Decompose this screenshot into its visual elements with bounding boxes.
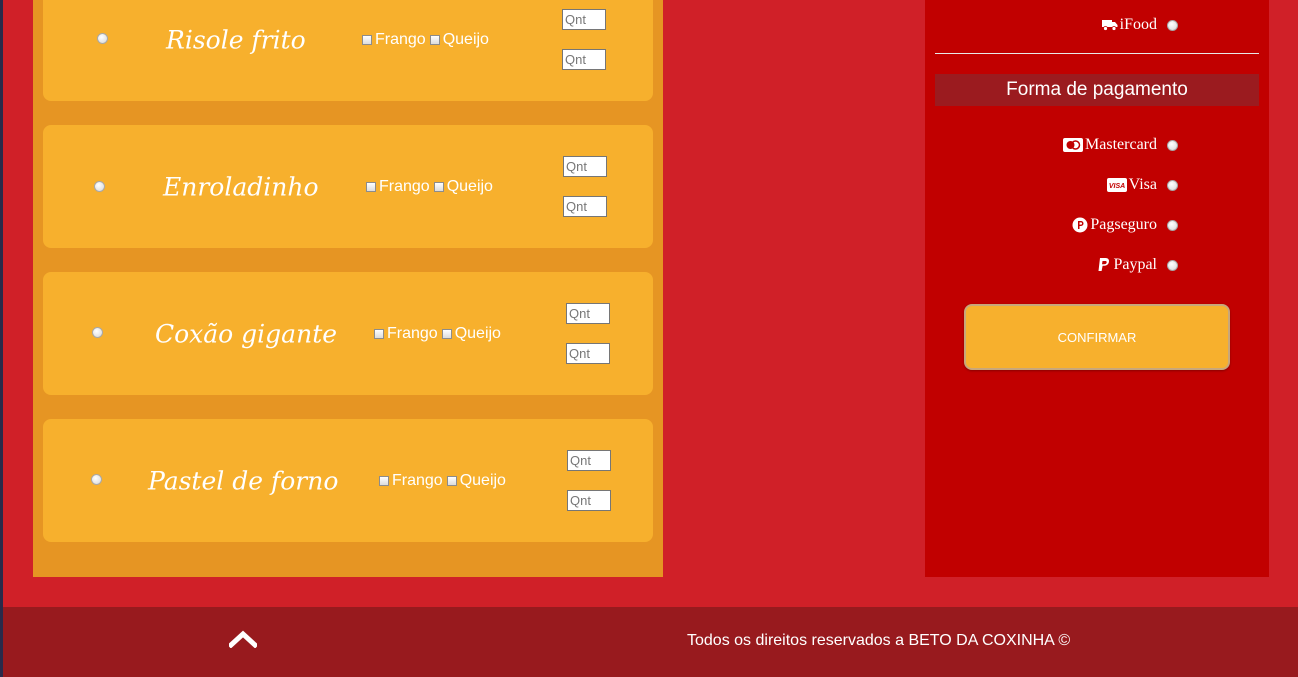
- qty-input-queijo[interactable]: [567, 490, 611, 511]
- mastercard-radio[interactable]: [1167, 139, 1178, 151]
- qty-input-queijo[interactable]: [563, 196, 607, 217]
- footer: Todos os direitos reservados a BETO DA C…: [3, 607, 1298, 677]
- delivery-option-ifood[interactable]: iFood: [1101, 15, 1178, 35]
- payment-section-title: Forma de pagamento: [935, 74, 1259, 106]
- payment-label: Paypal: [1113, 256, 1157, 273]
- qty-input-frango[interactable]: [567, 450, 611, 471]
- confirm-button[interactable]: CONFIRMAR: [964, 304, 1230, 370]
- menu-item-card: Pastel de forno Frango Queijo: [43, 419, 653, 542]
- payment-label: Visa: [1128, 176, 1157, 193]
- payment-label: Mastercard: [1085, 136, 1157, 153]
- option-queijo-label: Queijo: [446, 177, 493, 195]
- item-select-radio[interactable]: [92, 327, 103, 338]
- paypal-icon: [1097, 257, 1111, 273]
- visa-icon: VISA: [1106, 178, 1127, 192]
- item-select-radio[interactable]: [94, 181, 105, 192]
- item-name: Pastel de forno: [148, 466, 339, 495]
- menu-item-card: Enroladinho Frango Queijo: [43, 125, 653, 248]
- option-frango-label: Frango: [392, 471, 443, 489]
- option-frango-label: Frango: [375, 30, 426, 48]
- section-divider: [935, 53, 1259, 54]
- option-frango-label: Frango: [387, 324, 438, 342]
- payment-option-paypal[interactable]: Paypal: [1097, 255, 1178, 275]
- item-name: Coxão gigante: [155, 319, 338, 348]
- chevron-up-icon[interactable]: [227, 630, 259, 653]
- svg-text:VISA: VISA: [1108, 183, 1124, 190]
- item-options: Frango Queijo: [366, 178, 497, 196]
- qty-input-frango[interactable]: [566, 303, 610, 324]
- option-queijo-checkbox[interactable]: [446, 475, 457, 486]
- window-edge: [0, 0, 3, 677]
- item-name: Enroladinho: [163, 172, 319, 201]
- payment-option-pagseguro[interactable]: Pagseguro: [1072, 215, 1178, 235]
- payment-label: Pagseguro: [1090, 216, 1157, 233]
- option-queijo-checkbox[interactable]: [429, 34, 440, 45]
- qty-input-frango[interactable]: [562, 9, 606, 30]
- paypal-radio[interactable]: [1167, 259, 1178, 271]
- payment-option-mastercard[interactable]: Mastercard: [1063, 135, 1178, 155]
- pagseguro-radio[interactable]: [1167, 219, 1178, 231]
- menu-item-card: Coxão gigante Frango Queijo: [43, 272, 653, 395]
- option-frango-checkbox[interactable]: [362, 34, 372, 45]
- truck-icon: [1101, 19, 1118, 31]
- order-side-panel: iFood Forma de pagamento Mastercard VISA…: [925, 0, 1269, 577]
- option-frango-checkbox[interactable]: [374, 328, 384, 339]
- qty-input-queijo[interactable]: [566, 343, 610, 364]
- qty-input-queijo[interactable]: [562, 49, 606, 70]
- option-frango-checkbox[interactable]: [379, 475, 389, 486]
- qty-input-frango[interactable]: [563, 156, 607, 177]
- option-queijo-label: Queijo: [454, 324, 501, 342]
- item-name: Risole frito: [166, 25, 306, 54]
- ifood-label: iFood: [1119, 16, 1157, 33]
- item-options: Frango Queijo: [379, 472, 510, 490]
- option-queijo-label: Queijo: [442, 30, 489, 48]
- menu-item-card: Risole frito Frango Queijo: [43, 0, 653, 101]
- visa-radio[interactable]: [1167, 179, 1178, 191]
- payment-option-visa[interactable]: VISA Visa: [1106, 175, 1178, 195]
- pagseguro-icon: [1072, 217, 1088, 233]
- ifood-radio[interactable]: [1167, 19, 1178, 31]
- menu-panel: Risole frito Frango Queijo Enroladinho F…: [33, 0, 663, 577]
- option-frango-label: Frango: [379, 177, 430, 195]
- item-options: Frango Queijo: [362, 31, 493, 49]
- item-select-radio[interactable]: [91, 474, 102, 485]
- item-select-radio[interactable]: [97, 33, 108, 44]
- option-frango-checkbox[interactable]: [366, 181, 376, 192]
- option-queijo-checkbox[interactable]: [441, 328, 452, 339]
- mastercard-icon: [1063, 138, 1084, 152]
- item-options: Frango Queijo: [374, 325, 505, 343]
- option-queijo-checkbox[interactable]: [433, 181, 444, 192]
- copyright-text: Todos os direitos reservados a BETO DA C…: [687, 632, 1071, 649]
- option-queijo-label: Queijo: [459, 471, 506, 489]
